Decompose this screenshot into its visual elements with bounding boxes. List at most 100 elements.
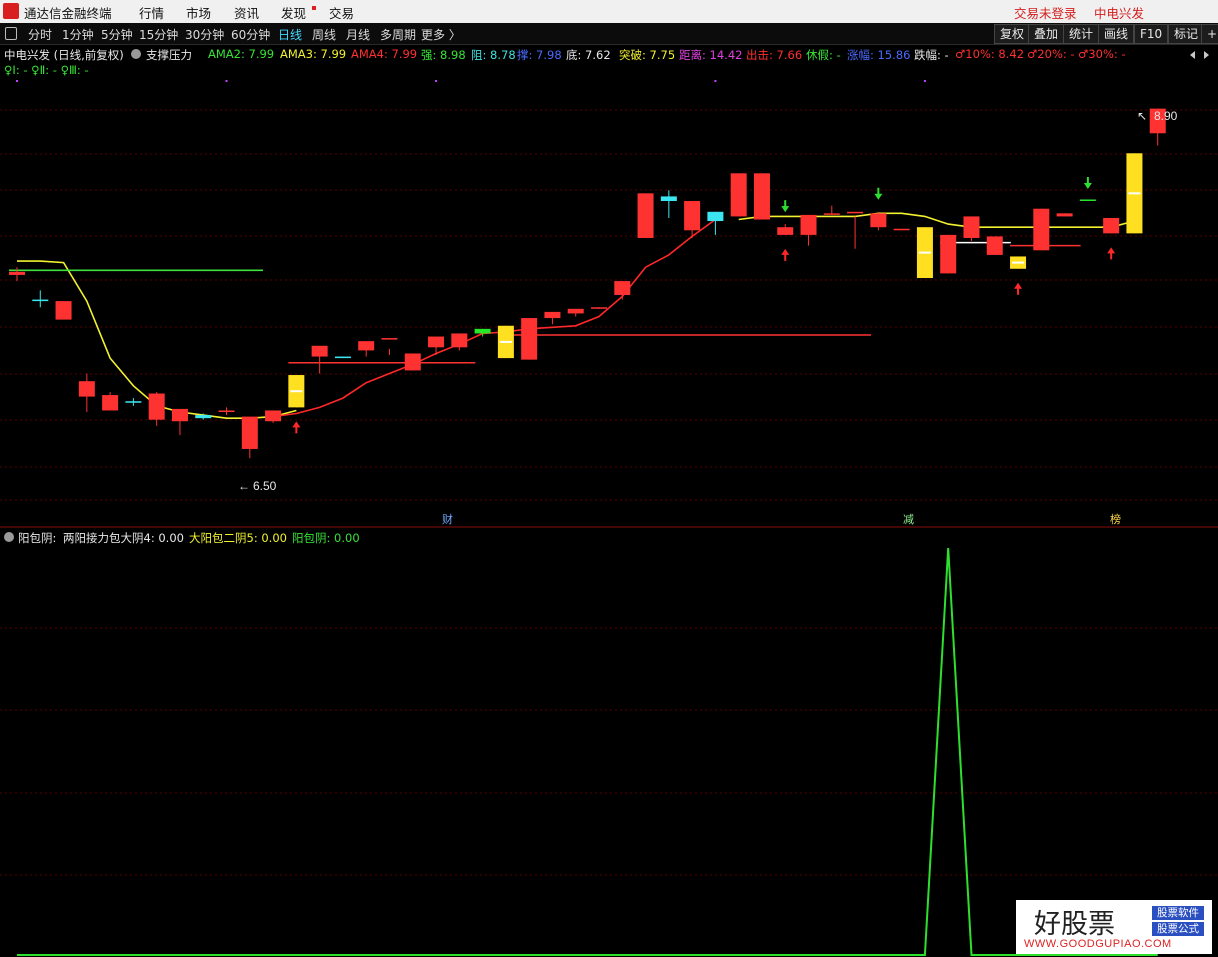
candle-body [1079, 199, 1096, 201]
period-daily[interactable]: 日线 [278, 26, 302, 43]
mark-button[interactable]: 标记 [1168, 24, 1205, 44]
watermark-logo: 好股票 股票软件 股票公式 WWW.GOODGUPIAO.COM [1016, 900, 1212, 954]
sub-indicator-chart[interactable] [0, 528, 1218, 957]
period-toolbar: 分时 1分钟 5分钟 15分钟 30分钟 60分钟 日线 周线 月线 多周期 更… [0, 23, 1218, 45]
candle-body [684, 201, 701, 231]
sidebar-toggle-icon[interactable] [5, 27, 17, 40]
xiujia-value: 休假: - [806, 48, 841, 62]
liangyang-value: 两阳接力包大阴4: 0.00 [63, 531, 184, 545]
low-price-arrow: ← [238, 479, 250, 493]
period-1min[interactable]: 1分钟 [62, 26, 94, 43]
candle-body [32, 299, 49, 302]
top-tick-mark [16, 80, 18, 82]
scroll-left-icon[interactable] [1190, 51, 1195, 59]
title-bar: 通达信金融终端 行情 市场 资讯 发现 交易 交易未登录 中电兴发 [0, 0, 1218, 24]
support-resistance-levels [288, 241, 1081, 364]
period-monthly[interactable]: 月线 [346, 26, 370, 43]
candle-body [1103, 217, 1120, 234]
top-tick-mark [923, 80, 926, 82]
candle-mid-mark [1012, 261, 1025, 264]
main-candlestick-chart[interactable]: ↖ 8.90 ← 6.50 财 减 榜 [0, 44, 1218, 528]
event-marker-jian[interactable]: 减 [903, 513, 914, 526]
indicator-lines [9, 189, 1158, 419]
menu-hangqing[interactable]: 行情 [139, 3, 164, 22]
overlay-button[interactable]: 叠加 [1028, 24, 1065, 44]
period-15min[interactable]: 15分钟 [139, 26, 178, 43]
zu-value: 阻: 8.78 [471, 48, 516, 62]
watermark-badge-1: 股票软件 [1152, 906, 1204, 920]
ama4-value: AMA4: 7.99 [351, 47, 418, 61]
candle-body [358, 341, 375, 351]
candle-body [218, 410, 235, 412]
cheng-value: 撑: 7.98 [517, 48, 562, 62]
candle-body [148, 393, 165, 420]
period-60min[interactable]: 60分钟 [231, 26, 270, 43]
top-tick-mark [714, 80, 717, 82]
terminal-window: 通达信金融终端 行情 市场 资讯 发现 交易 交易未登录 中电兴发 分时 1分钟… [0, 0, 1218, 957]
low-price-value: 6.50 [253, 479, 277, 493]
menu-shichang[interactable]: 市场 [186, 3, 211, 22]
chuji-value: 出击: 7.66 [746, 48, 803, 62]
candle-body [125, 401, 142, 403]
period-fenshi[interactable]: 分时 [28, 26, 52, 43]
male30-value: ♂30%: - [1078, 47, 1126, 61]
watermark-url: WWW.GOODGUPIAO.COM [1024, 938, 1172, 950]
candle-body [171, 408, 188, 422]
candle-body [102, 395, 119, 411]
period-30min[interactable]: 30分钟 [185, 26, 224, 43]
candle-body [544, 311, 561, 319]
watermark-badge-2: 股票公式 [1152, 922, 1204, 936]
event-marker-bang[interactable]: 榜 [1110, 512, 1121, 526]
period-multi[interactable]: 多周期 [380, 26, 416, 43]
candle-body [940, 234, 957, 274]
candle-body [334, 356, 351, 359]
candle-body [1033, 208, 1050, 251]
add-custom-button[interactable]: +自 [1201, 24, 1218, 44]
yangbaoyin-path [17, 547, 1158, 956]
app-logo-icon [3, 3, 19, 19]
sub-indicator-name[interactable]: 阳包阴: [18, 530, 56, 546]
main-indicator-title: 中电兴发 (日线,前复权) [4, 48, 124, 62]
menu-zixun[interactable]: 资讯 [234, 3, 259, 22]
top-ticks [16, 80, 926, 82]
candle-body [963, 216, 980, 238]
statistics-button[interactable]: 统计 [1063, 24, 1100, 44]
scroll-right-icon[interactable] [1204, 51, 1209, 59]
candle-body [614, 281, 631, 295]
candle-body [78, 381, 95, 397]
period-5min[interactable]: 5分钟 [101, 26, 133, 43]
candle-body [893, 228, 910, 231]
notification-dot-icon [312, 6, 316, 10]
formula-dropdown-icon[interactable] [131, 49, 141, 59]
fuquan-button[interactable]: 复权 [994, 24, 1031, 44]
buy-arrow-icon [1014, 282, 1023, 295]
candle-body [311, 345, 328, 357]
candle-body [404, 353, 421, 371]
period-weekly[interactable]: 周线 [312, 26, 336, 43]
high-price-label: ↖ [1137, 109, 1147, 123]
stock-name-title: 中电兴发 [1094, 6, 1145, 21]
candle-body [195, 415, 212, 419]
candle-body [381, 338, 398, 340]
menu-jiaoyi[interactable]: 交易 [329, 3, 354, 22]
qiang-value: 强: 8.98 [421, 48, 466, 62]
candles [9, 108, 1166, 459]
candle-body [986, 236, 1003, 255]
sub-formula-dropdown-icon[interactable] [4, 532, 14, 542]
candle-body [591, 307, 607, 309]
sell-arrow-icon [781, 200, 790, 213]
candle-body [707, 211, 724, 222]
menu-faxian[interactable]: 发现 [281, 3, 306, 22]
period-more[interactable]: 更多 〉 [421, 26, 461, 43]
di-value: 底: 7.62 [566, 48, 611, 62]
event-marker-cai[interactable]: 财 [442, 512, 453, 526]
formula-name[interactable]: 支撑压力 [146, 47, 192, 63]
f10-button[interactable]: F10 [1134, 24, 1169, 44]
candle-body [428, 336, 445, 348]
candle-mid-mark [918, 251, 931, 254]
candle-body [660, 196, 677, 202]
candle-body [9, 271, 25, 275]
candle-body [637, 193, 654, 238]
draw-line-button[interactable]: 画线 [1098, 24, 1135, 44]
login-status[interactable]: 交易未登录 [1014, 3, 1077, 22]
